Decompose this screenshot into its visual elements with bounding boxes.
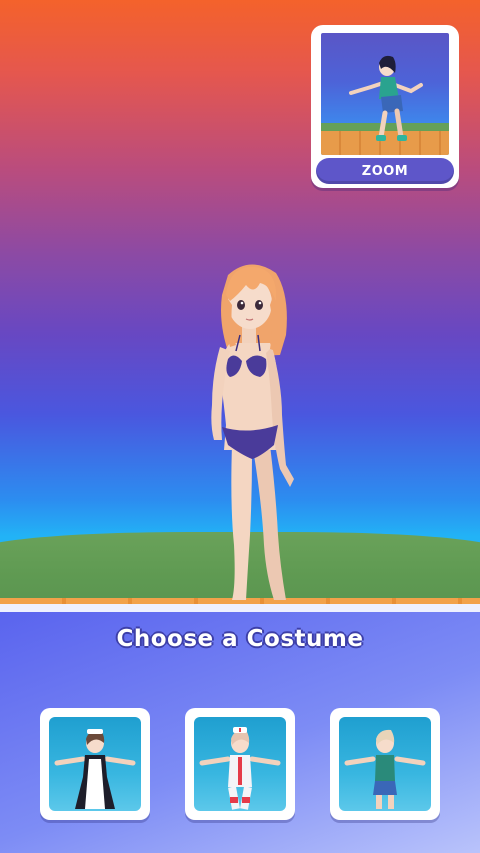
costume-option-casual[interactable] (330, 708, 440, 820)
zoom-button[interactable]: ZOOM (316, 158, 454, 184)
costume-preview (49, 717, 141, 811)
costume-preview (194, 717, 286, 811)
stage-divider (0, 604, 480, 612)
costume-preview (339, 717, 431, 811)
panel-title: Choose a Costume (116, 626, 364, 652)
maid-costume-icon (54, 729, 136, 809)
zoom-preview-card[interactable]: ZOOM (311, 25, 459, 188)
zoom-preview-view (321, 33, 449, 155)
nurse-costume-icon (199, 727, 281, 810)
costume-option-maid[interactable] (40, 708, 150, 820)
casual-costume-icon (344, 729, 426, 809)
zoom-character-icon (349, 55, 423, 141)
costume-option-nurse[interactable] (185, 708, 295, 820)
character-model (211, 264, 294, 600)
